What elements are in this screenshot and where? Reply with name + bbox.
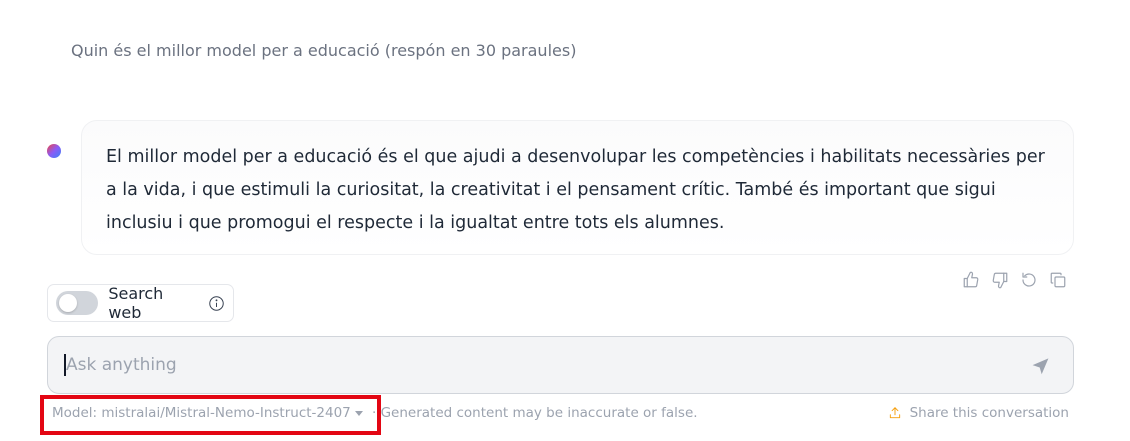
footer: Model: mistralai/Mistral-Nemo-Instruct-2… (40, 395, 1080, 435)
info-icon[interactable] (208, 295, 225, 312)
user-message: Quin és el millor model per a educació (… (71, 41, 577, 60)
send-icon (1032, 357, 1048, 374)
send-button[interactable] (1027, 352, 1053, 378)
chat-input[interactable] (66, 350, 1027, 380)
share-icon (889, 407, 900, 419)
thumbs-down-icon[interactable] (989, 269, 1011, 291)
search-web-toggle[interactable] (56, 291, 99, 315)
assistant-message-bubble: El millor model per a educació és el que… (81, 120, 1074, 255)
assistant-message-text: El millor model per a educació és el que… (106, 147, 1045, 233)
chat-composer (47, 336, 1074, 394)
chevron-down-icon (354, 410, 363, 416)
toggle-knob (59, 294, 77, 312)
share-label: Share this conversation (909, 405, 1069, 421)
copy-icon[interactable] (1047, 269, 1069, 291)
retry-icon[interactable] (1018, 269, 1040, 291)
thumbs-up-icon[interactable] (960, 269, 982, 291)
disclaimer-text: · Generated content may be inaccurate or… (372, 405, 698, 421)
assistant-avatar-icon (47, 144, 61, 158)
search-web-label: Search web (108, 284, 164, 322)
message-actions (960, 268, 1069, 292)
search-web-control: Search web (47, 284, 234, 322)
model-label: Model: mistralai/Mistral-Nemo-Instruct-2… (52, 405, 351, 421)
model-selector[interactable]: Model: mistralai/Mistral-Nemo-Instruct-2… (52, 405, 363, 421)
share-conversation-button[interactable]: Share this conversation (888, 405, 1069, 421)
